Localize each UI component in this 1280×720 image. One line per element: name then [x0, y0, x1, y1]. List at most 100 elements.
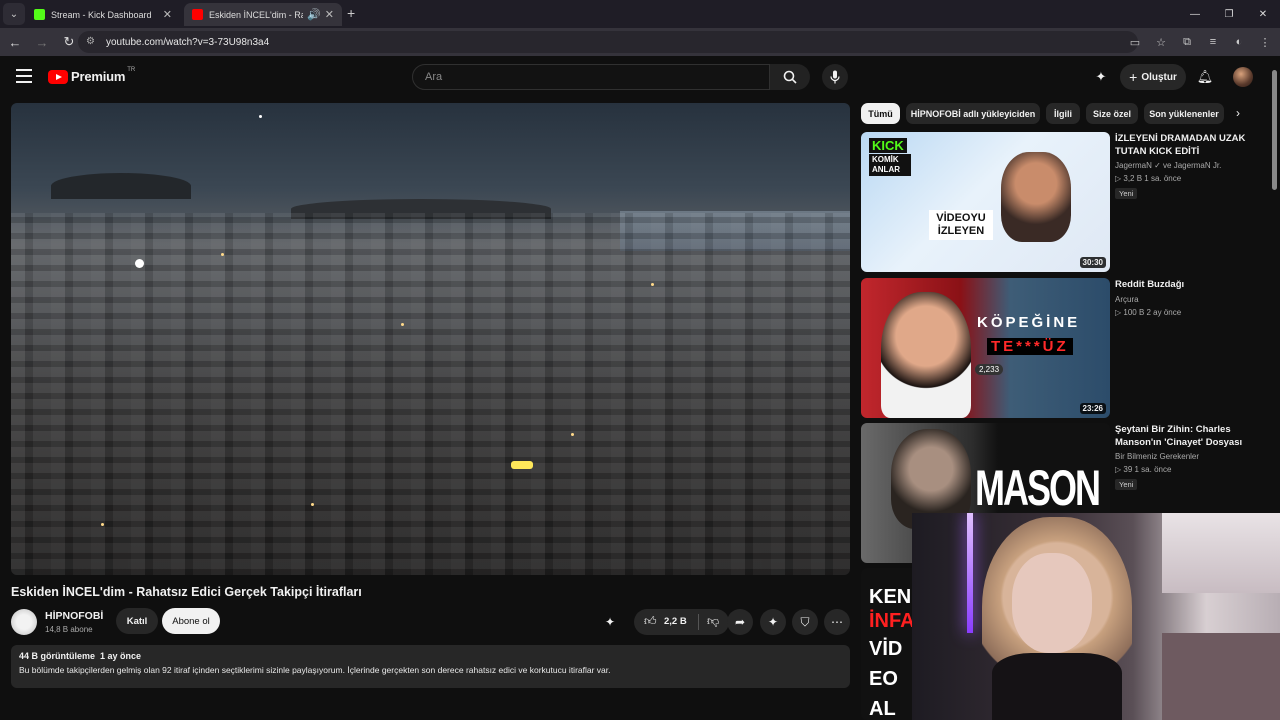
thumb-text: VİDEOYU İZLEYEN	[929, 210, 993, 240]
guide-menu-icon[interactable]	[16, 69, 32, 87]
video-title: Eskiden İNCEL'dim - Rahatsız Edici Gerçe…	[11, 585, 362, 599]
city-light	[401, 323, 404, 326]
city-light	[101, 523, 104, 526]
view-stats: 44 B görüntüleme 1 ay önce	[19, 651, 842, 661]
minimize-icon[interactable]: —	[1178, 0, 1212, 28]
scrollbar-thumb[interactable]	[1272, 70, 1277, 190]
channel-avatar[interactable]	[11, 609, 37, 635]
tab-search-button[interactable]: ⌄	[3, 3, 25, 25]
speaker-icon[interactable]: 🔊	[307, 8, 321, 21]
tab-kick-dashboard[interactable]: Stream - Kick Dashboard ✕	[26, 3, 180, 26]
youtube-favicon-icon	[192, 9, 203, 20]
channel-name[interactable]: HİPNOFOBİ	[45, 610, 103, 622]
thumb-text: KÖPEĞİNE	[977, 314, 1081, 331]
back-icon[interactable]: ←	[3, 30, 27, 54]
tab-youtube-video[interactable]: Eskiden İNCEL'dim - Rahats 🔊 ✕	[184, 3, 342, 26]
dislike-icon[interactable]: 👎︎	[707, 614, 719, 629]
chevron-right-icon[interactable]: ›	[1236, 106, 1240, 120]
toolbar-actions: ▭ ☆ ⧉ ≡ ◐ ⋮	[1126, 32, 1274, 52]
city-light	[135, 259, 144, 268]
tab-title: Stream - Kick Dashboard	[51, 9, 152, 20]
browser-toolbar: ← → ↻ ⚙ youtube.com/watch?v=3-73U98n3a4 …	[0, 28, 1280, 56]
new-badge: Yeni	[1115, 479, 1138, 490]
plus-icon: +	[1129, 69, 1138, 85]
video-thumbnail[interactable]: KICK KOMİK ANLAR VİDEOYU İZLEYEN 30:30	[861, 132, 1110, 272]
thumb-text: KOMİK ANLAR	[869, 154, 911, 176]
search-icon	[783, 70, 797, 84]
recommendation-channel[interactable]: Bir Bilmeniz Gerekenler	[1115, 452, 1275, 461]
recommendation-info: Şeytani Bir Zihin: Charles Manson'ın 'Ci…	[1115, 424, 1275, 492]
chip-from-uploader[interactable]: HİPNOFOBİ adlı yükleyiciden	[906, 103, 1040, 124]
webcam-overlay	[912, 513, 1280, 720]
bookmark-star-icon[interactable]: ☆	[1152, 32, 1170, 52]
close-tab-icon[interactable]: ✕	[163, 8, 172, 21]
join-button[interactable]: Katıl	[116, 608, 158, 634]
recommendation-title[interactable]: İZLEYENİ DRAMADAN UZAK TUTAN KICK EDİTİ	[1115, 133, 1275, 158]
share-icon[interactable]: ➦	[727, 609, 753, 635]
stats-text: 39 1 sa. önce	[1123, 465, 1172, 474]
thumb-person	[881, 292, 971, 418]
recommendation-item[interactable]: KÖPEĞİNE TE***ÜZ 2,233 23:26 Reddit Buzd…	[861, 278, 1280, 418]
chip-for-you[interactable]: Size özel	[1086, 103, 1138, 124]
recommendation-channel[interactable]: JagermaN ✓ ve JagermaN Jr.	[1115, 161, 1275, 170]
city-light	[651, 283, 654, 286]
account-avatar[interactable]	[1233, 67, 1253, 87]
streamer-face	[1012, 553, 1092, 653]
youtube-logo[interactable]: Premium TR	[48, 66, 136, 84]
upload-age: 1 ay önce	[100, 651, 142, 661]
room-bed	[1162, 633, 1280, 720]
profile-icon[interactable]: ◐	[1230, 32, 1248, 52]
thumb-text: KICK	[869, 138, 907, 153]
city-light	[221, 253, 224, 256]
like-icon[interactable]: 👍︎	[644, 614, 657, 629]
save-bookmark-icon[interactable]: ⛉	[792, 609, 818, 635]
media-control-icon[interactable]: ≡	[1204, 32, 1222, 52]
recommendation-info: İZLEYENİ DRAMADAN UZAK TUTAN KICK EDİTİ …	[1115, 133, 1275, 201]
thumb-text: VİDEO ALD	[869, 638, 903, 720]
chip-all[interactable]: Tümü	[861, 103, 900, 124]
recommendation-channel[interactable]: Arçura	[1115, 295, 1275, 304]
stats-text: 100 B 2 ay önce	[1123, 307, 1182, 317]
url-text: youtube.com/watch?v=3-73U98n3a4	[106, 36, 270, 48]
premium-perks-icon[interactable]: ✦	[597, 609, 623, 635]
forward-icon[interactable]: →	[30, 30, 54, 54]
divider	[698, 614, 699, 630]
search-button[interactable]	[770, 64, 810, 90]
recommendation-stats: ▷ 3,2 B 1 sa. önce	[1115, 174, 1182, 183]
premium-perks-icon[interactable]: ✦	[1090, 64, 1112, 90]
page-scrollbar[interactable]	[1270, 58, 1280, 518]
search-input[interactable]: Ara	[412, 64, 770, 90]
new-badge: Yeni	[1115, 188, 1138, 199]
recommendation-title[interactable]: Reddit Buzdağı	[1115, 279, 1275, 292]
close-tab-icon[interactable]: ✕	[325, 8, 334, 21]
restore-icon[interactable]: ❐	[1212, 0, 1246, 28]
youtube-header: Premium TR Ara ✦ + Oluştur 🔔︎	[0, 56, 1280, 98]
logo-region: TR	[127, 66, 136, 73]
window-controls: — ❐ ✕	[1178, 0, 1280, 28]
chip-recently-uploaded[interactable]: Son yüklenenler	[1144, 103, 1224, 124]
browser-menu-icon[interactable]: ⋮	[1256, 32, 1274, 52]
voice-search-button[interactable]	[822, 64, 848, 90]
extensions-icon[interactable]: ⧉	[1178, 32, 1196, 52]
city-light	[571, 433, 574, 436]
notifications-bell-icon[interactable]: 🔔︎	[1194, 64, 1216, 90]
address-bar[interactable]: ⚙ youtube.com/watch?v=3-73U98n3a4	[78, 31, 1138, 53]
new-tab-icon[interactable]: +	[347, 5, 355, 21]
more-options-icon[interactable]: ⋯	[824, 609, 850, 635]
subscriber-count: 14,8 B abone	[45, 625, 93, 634]
like-count[interactable]: 2,2 B	[664, 616, 687, 627]
subscribe-button[interactable]: Abone ol	[162, 608, 220, 634]
description-box[interactable]: 44 B görüntüleme 1 ay önce Bu bölümde ta…	[11, 645, 850, 688]
site-info-icon[interactable]: ⚙	[86, 36, 98, 48]
chip-related[interactable]: İlgili	[1046, 103, 1080, 124]
thumb-person	[1001, 152, 1071, 242]
cast-icon[interactable]: ▭	[1126, 32, 1144, 52]
create-button[interactable]: + Oluştur	[1120, 64, 1186, 90]
ask-ai-icon[interactable]: ✦	[760, 609, 786, 635]
close-window-icon[interactable]: ✕	[1246, 0, 1280, 28]
recommendation-title[interactable]: Şeytani Bir Zihin: Charles Manson'ın 'Ci…	[1115, 424, 1275, 449]
video-player[interactable]	[11, 103, 850, 575]
recommendation-item[interactable]: KICK KOMİK ANLAR VİDEOYU İZLEYEN 30:30 İ…	[861, 132, 1280, 272]
kick-favicon-icon	[34, 9, 45, 20]
video-thumbnail[interactable]: KÖPEĞİNE TE***ÜZ 2,233 23:26	[861, 278, 1110, 418]
